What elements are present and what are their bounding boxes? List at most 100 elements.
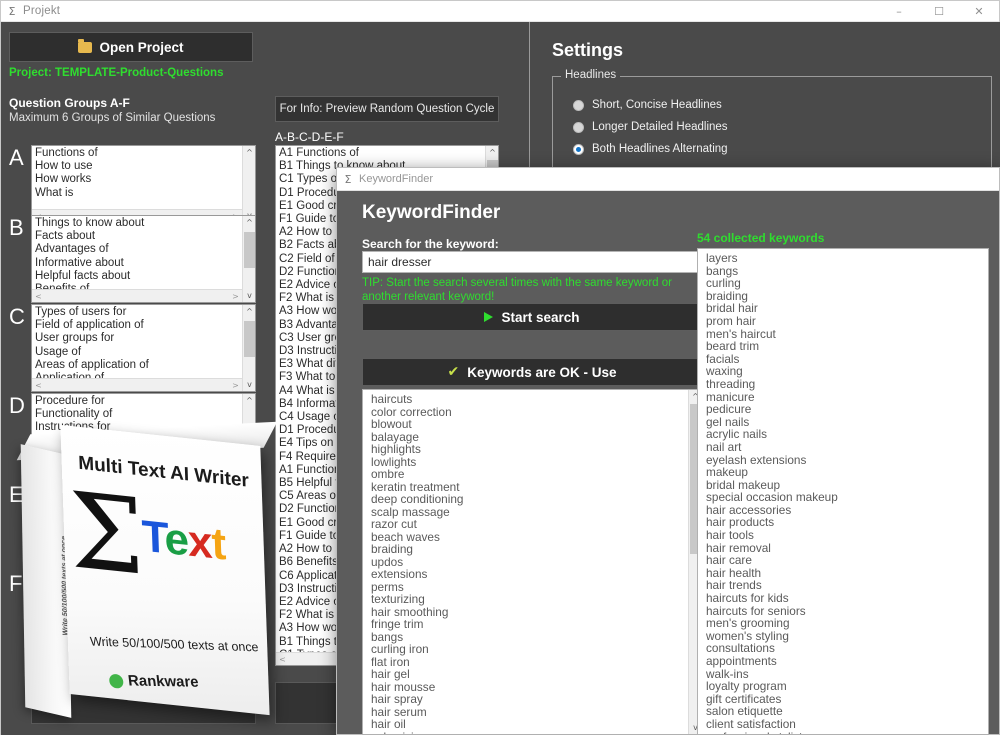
list-item[interactable]: Advantages of bbox=[34, 243, 144, 256]
list-item[interactable]: Procedure for bbox=[34, 395, 112, 408]
list-item[interactable]: haircuts for kids bbox=[700, 592, 838, 605]
list-item[interactable]: loyalty program bbox=[700, 680, 838, 693]
scroll-down-icon[interactable]: v bbox=[243, 556, 255, 569]
list-item[interactable]: Facts about bbox=[34, 230, 144, 243]
collected-keywords-list[interactable]: layers bangs curling braiding bridal hair pro… bbox=[697, 248, 989, 735]
scroll-up-icon[interactable]: ^ bbox=[243, 483, 255, 496]
scroll-left-icon[interactable]: < bbox=[32, 379, 45, 391]
listbox-group-e[interactable]: ^ v < > bbox=[31, 482, 256, 570]
list-item[interactable]: A1 Functions of bbox=[278, 147, 405, 160]
scroll-right-icon[interactable]: > bbox=[229, 557, 242, 569]
list-item[interactable]: Functions of bbox=[34, 147, 98, 160]
list-item[interactable]: extensions bbox=[365, 568, 464, 581]
open-project-button[interactable]: Open Project bbox=[9, 32, 253, 62]
scroll-up-icon[interactable]: ^ bbox=[243, 394, 255, 407]
list-item[interactable]: deep conditioning bbox=[365, 493, 464, 506]
scroll-up-icon[interactable]: ^ bbox=[243, 572, 255, 585]
list-item[interactable]: curling bbox=[700, 277, 838, 290]
list-item[interactable]: razor cut bbox=[365, 518, 464, 531]
scroll-thumb[interactable] bbox=[244, 321, 255, 357]
list-item[interactable]: haircuts bbox=[365, 393, 464, 406]
scroll-down-icon[interactable]: v bbox=[243, 289, 255, 302]
list-item[interactable]: Instructions for bbox=[34, 421, 112, 434]
list-item[interactable]: How to use bbox=[34, 160, 98, 173]
list-item[interactable]: hair spray bbox=[365, 693, 464, 706]
list-item[interactable]: Areas of application of bbox=[34, 359, 149, 372]
list-item[interactable]: Functionality of bbox=[34, 408, 112, 421]
list-item[interactable]: highlights bbox=[365, 443, 464, 456]
listbox-group-d[interactable]: Procedure for Functionality of Instructi… bbox=[31, 393, 256, 481]
list-item[interactable]: braiding bbox=[365, 543, 464, 556]
minimize-button[interactable]: – bbox=[879, 1, 919, 22]
list-item[interactable]: hair gel bbox=[365, 668, 464, 681]
keywords-ok-use-button[interactable]: ✔ Keywords are OK - Use bbox=[362, 358, 702, 386]
scroll-up-icon[interactable]: ^ bbox=[243, 216, 255, 229]
listbox-group-f[interactable]: ^ v < > bbox=[31, 571, 256, 659]
scroll-right-icon[interactable]: > bbox=[229, 290, 242, 302]
maximize-button[interactable]: ☐ bbox=[919, 1, 959, 22]
scroll-right-icon[interactable]: > bbox=[229, 379, 242, 391]
scroll-right-icon[interactable]: > bbox=[229, 468, 242, 480]
list-item[interactable]: men's grooming bbox=[700, 617, 838, 630]
list-item[interactable]: Field of application of bbox=[34, 319, 149, 332]
scroll-up-icon[interactable]: ^ bbox=[243, 146, 255, 159]
radio-short-concise-headlines[interactable]: Short, Concise Headlines bbox=[573, 99, 722, 111]
list-item[interactable]: hair oil bbox=[365, 718, 464, 731]
vertical-scrollbar[interactable]: ^ v bbox=[242, 146, 255, 222]
radio-icon[interactable] bbox=[573, 121, 584, 133]
listbox-group-a[interactable]: Functions of How to use How works What i… bbox=[31, 145, 256, 223]
list-item[interactable]: Things to know about bbox=[34, 217, 144, 230]
list-item[interactable]: fringe trim bbox=[365, 618, 464, 631]
list-item[interactable]: prom hair bbox=[700, 315, 838, 328]
horizontal-scrollbar[interactable]: < > bbox=[32, 467, 242, 480]
scroll-left-icon[interactable]: < bbox=[276, 653, 289, 665]
search-input[interactable] bbox=[362, 251, 702, 273]
vertical-scrollbar[interactable]: ^ v bbox=[242, 483, 255, 569]
list-item[interactable]: Helpful facts about bbox=[34, 270, 144, 283]
vertical-scrollbar[interactable]: ^ v bbox=[242, 216, 255, 302]
list-item[interactable]: professional stylists bbox=[700, 730, 838, 734]
list-item[interactable]: User groups for bbox=[34, 332, 149, 345]
list-item[interactable]: How works bbox=[34, 173, 98, 186]
list-item[interactable]: curling iron bbox=[365, 643, 464, 656]
scroll-down-icon[interactable]: v bbox=[243, 645, 255, 658]
radio-longer-detailed-headlines[interactable]: Longer Detailed Headlines bbox=[573, 121, 728, 133]
list-item[interactable]: hair care bbox=[700, 554, 838, 567]
horizontal-scrollbar[interactable]: < > bbox=[32, 645, 242, 658]
start-search-button[interactable]: Start search bbox=[362, 303, 702, 331]
list-item[interactable]: blowout bbox=[365, 418, 464, 431]
listbox-group-c[interactable]: Types of users for Field of application … bbox=[31, 304, 256, 392]
radio-icon[interactable] bbox=[573, 99, 584, 111]
vertical-scrollbar[interactable]: ^ v bbox=[242, 394, 255, 480]
vertical-scrollbar[interactable]: ^ v bbox=[242, 572, 255, 658]
scroll-up-icon[interactable]: ^ bbox=[486, 146, 498, 159]
horizontal-scrollbar[interactable]: < > bbox=[32, 378, 242, 391]
scroll-left-icon[interactable]: < bbox=[32, 557, 45, 569]
list-item[interactable]: ombre bbox=[365, 468, 464, 481]
list-item[interactable]: layers bbox=[700, 252, 838, 265]
scroll-left-icon[interactable]: < bbox=[32, 468, 45, 480]
horizontal-scrollbar[interactable]: < > bbox=[32, 289, 242, 302]
list-item[interactable]: volumizing bbox=[365, 730, 464, 734]
list-item[interactable]: Usage of bbox=[34, 346, 149, 359]
scroll-down-icon[interactable]: v bbox=[243, 467, 255, 480]
list-item[interactable]: Informative about bbox=[34, 257, 144, 270]
list-item[interactable]: hair tools bbox=[700, 529, 838, 542]
scroll-left-icon[interactable]: < bbox=[32, 646, 45, 658]
list-item[interactable]: pedicure bbox=[700, 403, 838, 416]
vertical-scrollbar[interactable]: ^ v bbox=[242, 305, 255, 391]
scroll-thumb[interactable] bbox=[244, 232, 255, 268]
list-item[interactable]: texturizing bbox=[365, 593, 464, 606]
close-button[interactable]: ✕ bbox=[959, 1, 999, 22]
listbox-group-b[interactable]: Things to know about Facts about Advanta… bbox=[31, 215, 256, 303]
radio-icon[interactable] bbox=[573, 143, 584, 155]
scroll-right-icon[interactable]: > bbox=[229, 646, 242, 658]
list-item[interactable]: Types of users for bbox=[34, 306, 149, 319]
preview-info-button[interactable]: For Info: Preview Random Question Cycle bbox=[275, 96, 499, 122]
scroll-up-icon[interactable]: ^ bbox=[243, 305, 255, 318]
scroll-left-icon[interactable]: < bbox=[32, 290, 45, 302]
list-item[interactable]: nail art bbox=[700, 441, 838, 454]
list-item[interactable]: appointments bbox=[700, 655, 838, 668]
list-item[interactable]: special occasion makeup bbox=[700, 491, 838, 504]
list-item[interactable]: beard trim bbox=[700, 340, 838, 353]
